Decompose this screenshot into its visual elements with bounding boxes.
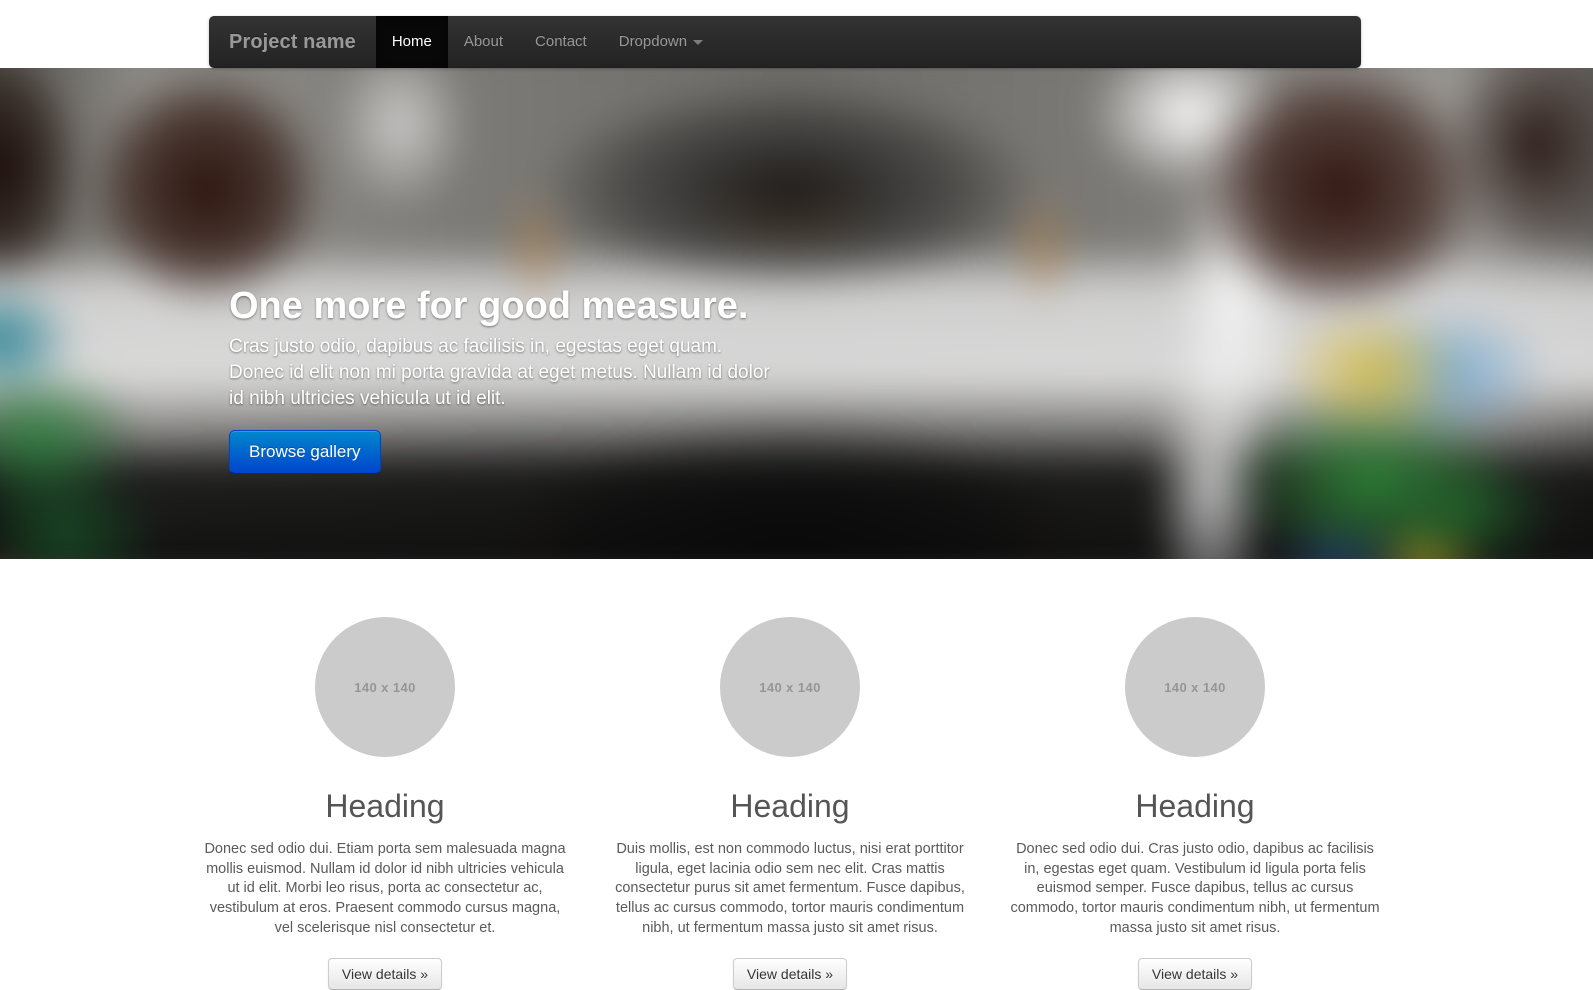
marketing-column-2: 140 x 140 Heading Duis mollis, est non c…: [604, 617, 976, 990]
nav-list: Home About Contact Dropdown: [375, 16, 719, 68]
placeholder-image-icon: 140 x 140: [720, 617, 860, 757]
hero-lead: Cras justo odio, dapibus ac facilisis in…: [229, 336, 770, 409]
nav-item-label: Home: [391, 33, 432, 50]
column-heading: Heading: [730, 788, 850, 824]
nav-item-dropdown[interactable]: Dropdown: [603, 16, 719, 68]
view-details-button[interactable]: View details »: [732, 957, 848, 990]
marketing-column-1: 140 x 140 Heading Donec sed odio dui. Et…: [199, 617, 571, 990]
nav-item-about[interactable]: About: [448, 16, 519, 68]
nav-item-home[interactable]: Home: [375, 16, 448, 68]
column-heading: Heading: [1135, 788, 1255, 824]
chevron-down-icon: [693, 39, 704, 45]
marketing-row: 140 x 140 Heading Donec sed odio dui. Et…: [199, 617, 1381, 990]
hero-caption: One more for good measure. Cras justo od…: [229, 284, 869, 475]
navbar: Project name Home About Contact Dropdown: [209, 16, 1361, 68]
column-body: Donec sed odio dui. Cras justo odio, dap…: [1010, 841, 1380, 936]
column-body: Donec sed odio dui. Etiam porta sem male…: [204, 841, 566, 936]
marketing-column-3: 140 x 140 Heading Donec sed odio dui. Cr…: [1009, 617, 1381, 990]
nav-item-label: Dropdown: [618, 33, 688, 50]
navbar-inner: Project name Home About Contact Dropdown: [209, 16, 1361, 68]
column-heading: Heading: [325, 788, 445, 824]
nav-item-label: About: [463, 33, 504, 50]
marketing-section: 140 x 140 Heading Donec sed odio dui. Et…: [0, 559, 1593, 990]
hero-title: One more for good measure.: [229, 285, 749, 327]
browse-gallery-button[interactable]: Browse gallery: [229, 430, 381, 475]
nav-item-label: Contact: [535, 33, 587, 50]
column-body: Duis mollis, est non commodo luctus, nis…: [615, 841, 965, 936]
placeholder-image-icon: 140 x 140: [1125, 617, 1265, 757]
nav-item-contact[interactable]: Contact: [519, 16, 603, 68]
placeholder-image-icon: 140 x 140: [315, 617, 455, 757]
hero-carousel: One more for good measure. Cras justo od…: [0, 68, 1593, 559]
view-details-button[interactable]: View details »: [1137, 957, 1253, 990]
view-details-button[interactable]: View details »: [327, 957, 443, 990]
brand-link[interactable]: Project name: [209, 16, 376, 68]
